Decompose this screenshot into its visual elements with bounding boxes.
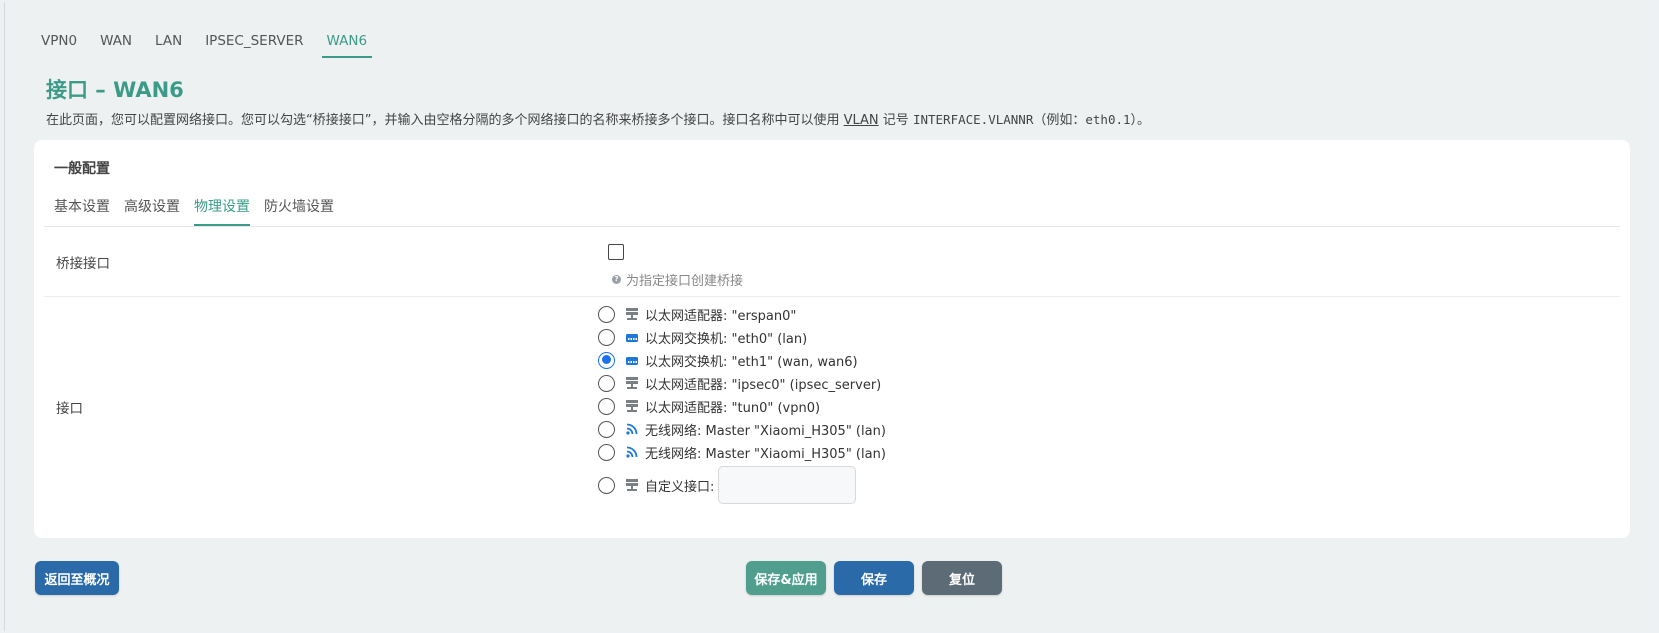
interface-radio[interactable]: [598, 476, 615, 494]
bridge-interface-label: 桥接接口: [56, 256, 110, 272]
interface-radio[interactable]: [598, 420, 615, 438]
wifi-icon: [626, 423, 638, 435]
bridge-interface-row: 桥接接口 ? 为指定接口创建桥接: [44, 228, 1620, 297]
reset-button[interactable]: 复位: [922, 561, 1002, 595]
tab-wan[interactable]: WAN: [95, 30, 137, 58]
help-icon: ?: [612, 275, 621, 284]
desc-code-1: INTERFACE.VLANNR: [912, 112, 1034, 127]
interface-label: 接口: [56, 401, 83, 417]
interface-radio[interactable]: [598, 305, 615, 323]
tab-wan6[interactable]: WAN6: [321, 30, 373, 58]
ethernet-adapter-icon: [626, 400, 638, 412]
interface-option[interactable]: 以太网适配器: "ipsec0" (ipsec_server): [598, 372, 881, 394]
interface-option[interactable]: 以太网交换机: "eth1" (wan, wan6): [598, 349, 858, 371]
interface-option-label: 无线网络: Master "Xiaomi_H305" (lan): [645, 423, 886, 439]
interface-radio[interactable]: [598, 374, 615, 392]
tab-lan[interactable]: LAN: [150, 30, 187, 58]
interface-radio[interactable]: [598, 328, 615, 346]
custom-interface-option[interactable]: 自定义接口:: [598, 464, 857, 506]
custom-interface-label: 自定义接口:: [645, 479, 715, 495]
ethernet-adapter-icon: [626, 308, 638, 320]
page-title: 接口 – WAN6: [46, 78, 184, 102]
bridge-hint: ? 为指定接口创建桥接: [612, 270, 743, 289]
desc-text-4: ）。: [1130, 113, 1151, 128]
desc-text-2: 记号: [878, 113, 913, 128]
interface-option-label: 以太网交换机: "eth0" (lan): [645, 331, 808, 347]
vlan-link[interactable]: VLAN: [844, 113, 879, 128]
desc-text-3: （例如：: [1033, 113, 1086, 128]
interface-option[interactable]: 以太网交换机: "eth0" (lan): [598, 326, 807, 348]
interface-option-label: 无线网络: Master "Xiaomi_H305" (lan): [645, 446, 886, 462]
interface-option[interactable]: 以太网适配器: "tun0" (vpn0): [598, 395, 820, 417]
interface-option[interactable]: 无线网络: Master "Xiaomi_H305" (lan): [598, 418, 886, 440]
save-apply-button[interactable]: 保存&应用: [746, 561, 826, 595]
interface-radio[interactable]: [598, 443, 615, 461]
ethernet-switch-icon: [626, 357, 638, 365]
interface-radio[interactable]: [598, 351, 615, 369]
tab-basic-settings[interactable]: 基本设置: [54, 194, 110, 226]
interface-option[interactable]: 以太网适配器: "erspan0": [598, 303, 796, 325]
tab-firewall-settings[interactable]: 防火墙设置: [264, 194, 334, 226]
config-tabs: 基本设置 高级设置 物理设置 防火墙设置: [44, 194, 1620, 227]
general-config-panel: 一般配置 基本设置 高级设置 物理设置 防火墙设置 桥接接口 ? 为指定接口创建…: [34, 140, 1630, 538]
interface-tabs: VPN0 WAN LAN IPSEC_SERVER WAN6: [36, 30, 385, 62]
interface-option-label: 以太网适配器: "tun0" (vpn0): [645, 400, 821, 416]
interface-option-label: 以太网交换机: "eth1" (wan, wan6): [645, 354, 858, 370]
save-button[interactable]: 保存: [834, 561, 914, 595]
tab-ipsec-server[interactable]: IPSEC_SERVER: [200, 30, 308, 58]
interface-row: 接口 以太网适配器: "erspan0" 以太网交换机: "eth0" (lan…: [44, 297, 1620, 537]
desc-text-1: 在此页面，您可以配置网络接口。您可以勾选“桥接接口”，并输入由空格分隔的多个网络…: [46, 113, 844, 128]
custom-interface-input[interactable]: [718, 466, 857, 504]
ethernet-adapter-icon: [626, 377, 638, 389]
interface-option-label: 以太网适配器: "erspan0": [645, 308, 797, 324]
tab-physical-settings[interactable]: 物理设置: [194, 194, 250, 226]
ethernet-adapter-icon: [626, 479, 638, 491]
tab-vpn0[interactable]: VPN0: [36, 30, 82, 58]
ethernet-switch-icon: [626, 334, 638, 342]
panel-title: 一般配置: [54, 161, 110, 177]
tab-advanced-settings[interactable]: 高级设置: [124, 194, 180, 226]
wifi-icon: [626, 446, 638, 458]
bridge-hint-text: 为指定接口创建桥接: [626, 274, 744, 289]
back-to-overview-button[interactable]: 返回至概况: [35, 561, 119, 595]
interface-option[interactable]: 无线网络: Master "Xiaomi_H305" (lan): [598, 441, 886, 463]
bridge-interface-checkbox[interactable]: [608, 244, 624, 260]
page-description: 在此页面，您可以配置网络接口。您可以勾选“桥接接口”，并输入由空格分隔的多个网络…: [46, 109, 1150, 128]
interface-radio[interactable]: [598, 397, 615, 415]
desc-code-2: eth0.1: [1085, 112, 1131, 127]
interface-option-label: 以太网适配器: "ipsec0" (ipsec_server): [645, 377, 882, 393]
